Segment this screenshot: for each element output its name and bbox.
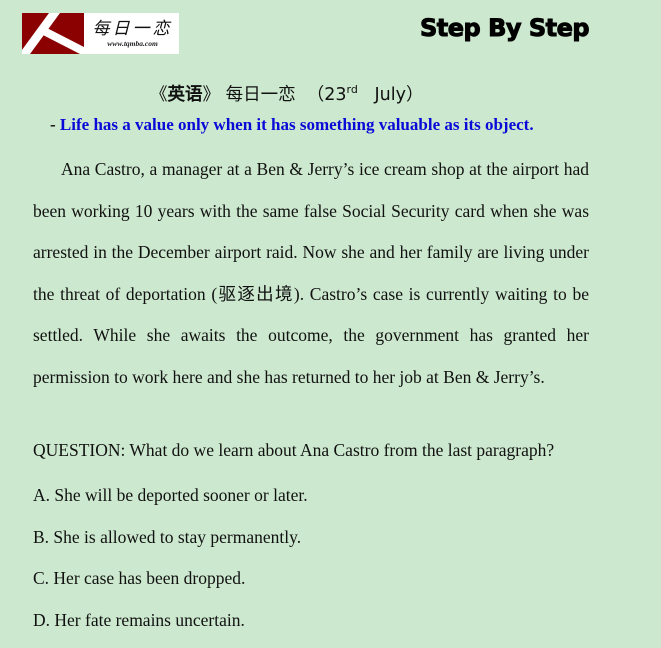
title-series: 每日一恋: [225, 85, 296, 105]
logo-url-text: www.tqmba.com: [107, 39, 158, 48]
option-c: C. Her case has been dropped.: [33, 568, 246, 589]
motto-quote: Life has a value only when it has someth…: [59, 115, 534, 134]
title-subject: 英语: [167, 85, 203, 105]
option-d: D. Her fate remains uncertain.: [33, 609, 245, 630]
brand-title: Step By Step: [419, 14, 590, 43]
site-logo: 每日一恋 www.tqmba.com: [22, 13, 179, 54]
option-a: A. She will be deported sooner or later.: [33, 485, 308, 505]
answer-options: A. She will be deported sooner or later.…: [33, 482, 308, 648]
motto: - Life has a value only when it has some…: [50, 115, 534, 135]
question-text: QUESTION: What do we learn about Ana Cas…: [33, 440, 555, 460]
title-date-suffix: rd: [346, 83, 358, 96]
motto-dash: -: [50, 115, 60, 134]
title-open-bracket: 《: [150, 85, 168, 105]
title-date: （23: [306, 85, 347, 105]
title-month: July）: [374, 85, 424, 105]
page-title: 《英语》 每日一恋 （23rd July）: [150, 81, 424, 106]
k-logo-icon: [22, 13, 84, 54]
title-close-bracket: 》: [202, 85, 221, 105]
option-b: B. She is allowed to stay permanently.: [33, 526, 302, 547]
reading-passage: Ana Castro, a manager at a Ben & Jerry’s…: [33, 159, 589, 387]
logo-chinese-text: 每日一恋: [92, 19, 173, 39]
logo-text: 每日一恋 www.tqmba.com: [84, 13, 179, 54]
